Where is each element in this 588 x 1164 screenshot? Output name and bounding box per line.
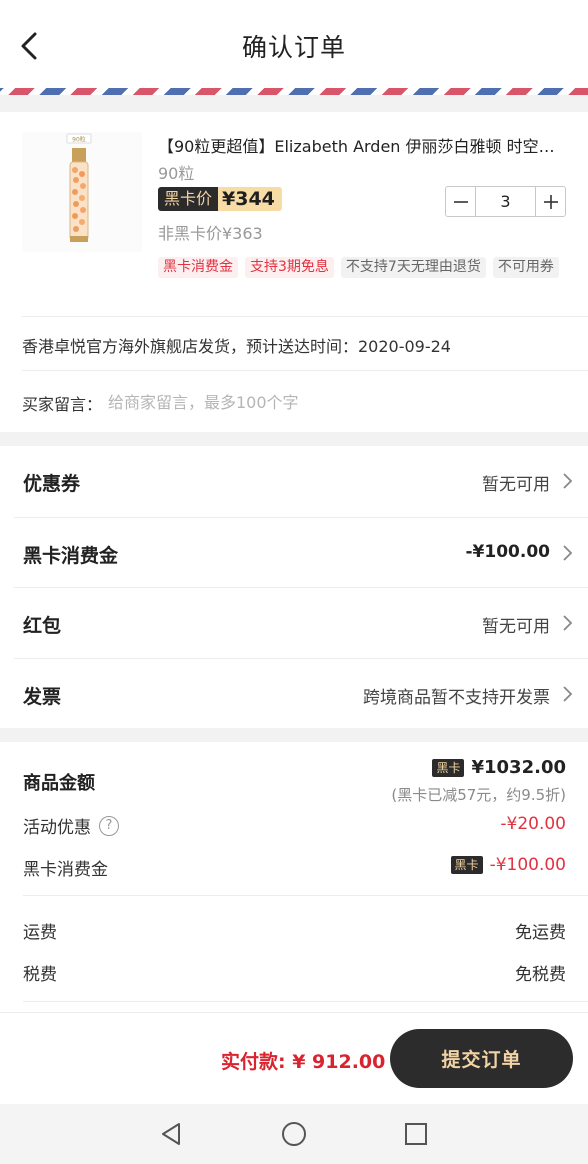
non-member-price: 非黑卡价¥363 [158,224,263,243]
chevron-right-icon [563,685,573,702]
goods-discount-note: (黑卡已减57元，约9.5折) [391,786,566,804]
airmail-divider [0,88,588,95]
chevron-right-icon [563,615,573,631]
minus-icon[interactable] [446,187,475,216]
tag-no-coupon: 不可用券 [492,257,559,278]
quantity-stepper: 3 [445,186,566,217]
price-value: ¥344 [218,187,282,211]
coupon-value: 暂无可用 [482,475,550,495]
coupon-row[interactable]: 优惠券 暂无可用 [14,446,588,517]
submit-order-button[interactable]: 提交订单 [390,1029,573,1088]
activity-discount-label: 活动优惠 ? [23,813,119,838]
activity-discount-text: 活动优惠 [23,818,91,838]
plus-icon[interactable] [536,187,565,216]
red-packet-label: 红包 [23,615,62,637]
tax-label: 税费 [23,965,57,985]
blackcard-credit-summary: 黑卡 -¥100.00 [450,855,566,875]
blackcard-credit-value: -¥100.00 [465,541,551,562]
red-packet-row[interactable]: 红包 暂无可用 [14,587,588,658]
nav-home-icon[interactable] [280,1120,308,1148]
nav-recents-icon[interactable] [402,1120,430,1148]
divider [22,370,588,371]
blackcard-credit-row[interactable]: 黑卡消费金 -¥100.00 [14,516,588,588]
shipping-fee-label: 运费 [23,923,57,943]
blackcard-price-tag: 黑卡价 [158,187,219,211]
quantity-value[interactable]: 3 [475,187,536,216]
coupon-label: 优惠券 [23,473,81,495]
red-packet-value: 暂无可用 [482,617,550,637]
blackcard-badge: 黑卡 [432,758,465,777]
section-gap [0,728,588,742]
checkout-bar: 实付款: ¥ 912.00 提交订单 [0,1012,588,1104]
chevron-right-icon [563,544,573,561]
invoice-value: 跨境商品暂不支持开发票 [363,687,550,708]
activity-discount-value: -¥20.00 [500,814,566,834]
buyer-message-input[interactable] [108,388,548,416]
nav-back-icon[interactable] [158,1120,186,1148]
blackcard-credit-summary-value: -¥100.00 [489,855,566,875]
tag-blackcard-credit: 黑卡消费金 [158,257,238,278]
tag-installment: 支持3期免息 [245,257,334,278]
blackcard-credit-summary-label: 黑卡消费金 [23,860,108,880]
product-image[interactable]: 90粒 [22,132,142,252]
tax-value: 免税费 [515,965,566,985]
section-gap [0,95,588,112]
goods-amount: 黑卡 ¥1032.00 [432,757,566,778]
divider [23,1001,588,1002]
product-spec: 90粒 [158,164,195,183]
chevron-right-icon [563,473,573,489]
system-nav-bar [0,1104,588,1164]
invoice-row[interactable]: 发票 跨境商品暂不支持开发票 [14,657,588,729]
shipping-fee-value: 免运费 [515,923,566,943]
order-options: 优惠券 暂无可用 黑卡消费金 -¥100.00 红包 暂无可用 发票 跨境商品暂… [0,446,588,728]
invoice-label: 发票 [23,685,62,708]
section-gap [0,432,588,446]
divider [22,316,588,317]
goods-amount-value: ¥1032.00 [471,757,566,778]
blackcard-badge: 黑卡 [450,856,483,874]
header: 确认订单 [0,0,588,88]
tag-no-return: 不支持7天无理由退货 [340,257,486,278]
page-title: 确认订单 [241,33,346,62]
total-payment: 实付款: ¥ 912.00 [221,1051,386,1073]
product-title[interactable]: 【90粒更超值】Elizabeth Arden 伊丽莎白雅顿 时空… [158,133,568,157]
shipping-info: 香港卓悦官方海外旗舰店发货，预计送达时间：2020-09-24 [22,337,451,356]
product-card: 90粒 【90粒更超值】Elizabeth Arden 伊丽莎白雅顿 时空… 9… [0,112,588,432]
product-tags: 黑卡消费金 支持3期免息 不支持7天无理由退货 不可用券 [158,257,568,278]
message-label: 买家留言： [22,395,103,414]
goods-amount-label: 商品金额 [23,773,95,794]
svg-text:90粒: 90粒 [72,136,86,144]
divider [23,895,588,896]
member-price: 黑卡价 ¥344 [158,187,282,211]
question-icon[interactable]: ? [99,815,119,836]
blackcard-credit-label: 黑卡消费金 [23,544,119,567]
price-summary: 商品金额 黑卡 ¥1032.00 (黑卡已减57元，约9.5折) 活动优惠 ? … [0,742,588,1012]
